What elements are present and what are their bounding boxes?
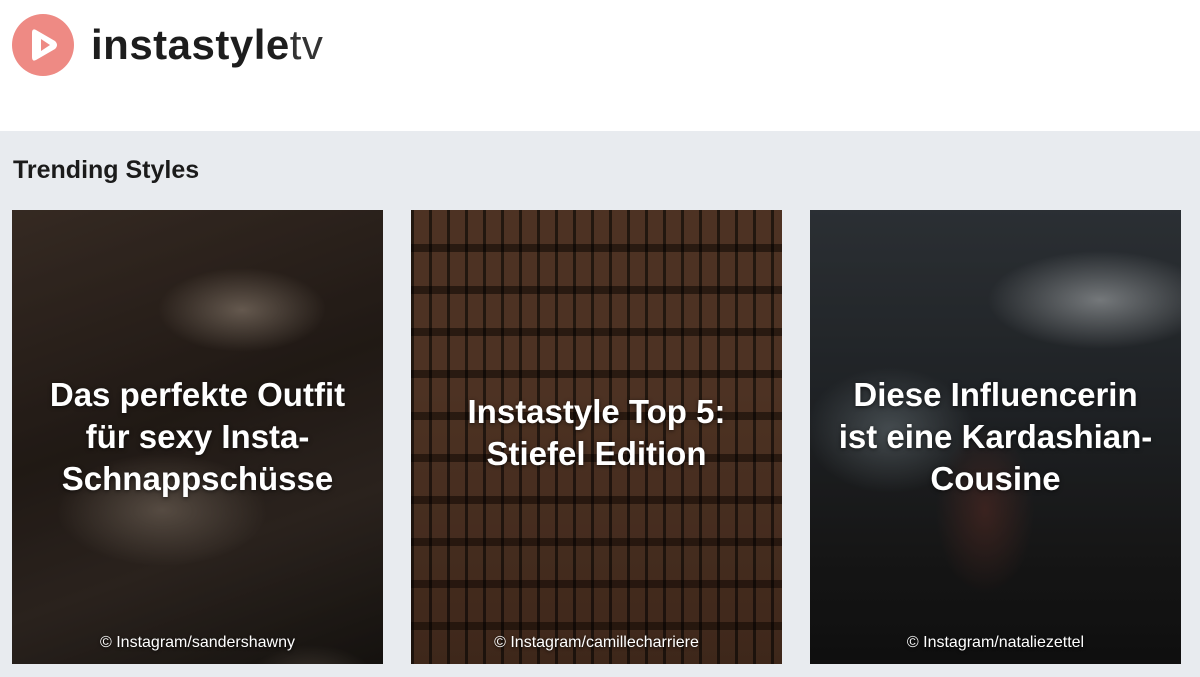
play-heart-icon (12, 14, 74, 76)
brand-wordmark: instastyle (91, 21, 290, 68)
section-title: Trending Styles (13, 156, 200, 184)
site-logo[interactable]: instastyletv (12, 14, 323, 76)
trending-card-outfit[interactable]: Das perfekte Outfit für sexy Insta-Schna… (12, 210, 383, 664)
card-credit: © Instagram/nataliezettel (906, 634, 1085, 651)
card-credit: © Instagram/camillecharriere (494, 634, 699, 651)
card-title: Das perfekte Outfit für sexy Insta-Schna… (49, 376, 346, 497)
card-credit: © Instagram/sandershawny (100, 634, 295, 651)
trending-card-stiefel[interactable]: Instastyle Top 5: Stiefel Edition © Inst… (411, 210, 782, 664)
card-title: Diese Influencerin ist eine Kardashian-C… (838, 376, 1153, 497)
brand-name: instastyletv (91, 24, 323, 66)
trending-section: Trending Styles Das perfekte Outfit für … (0, 131, 1200, 677)
brand-suffix: tv (289, 21, 324, 68)
card-title: Instastyle Top 5: Stiefel Edition (467, 393, 726, 472)
site-header: instastyletv (0, 0, 1200, 131)
trending-card-influencerin[interactable]: Diese Influencerin ist eine Kardashian-C… (810, 210, 1181, 664)
